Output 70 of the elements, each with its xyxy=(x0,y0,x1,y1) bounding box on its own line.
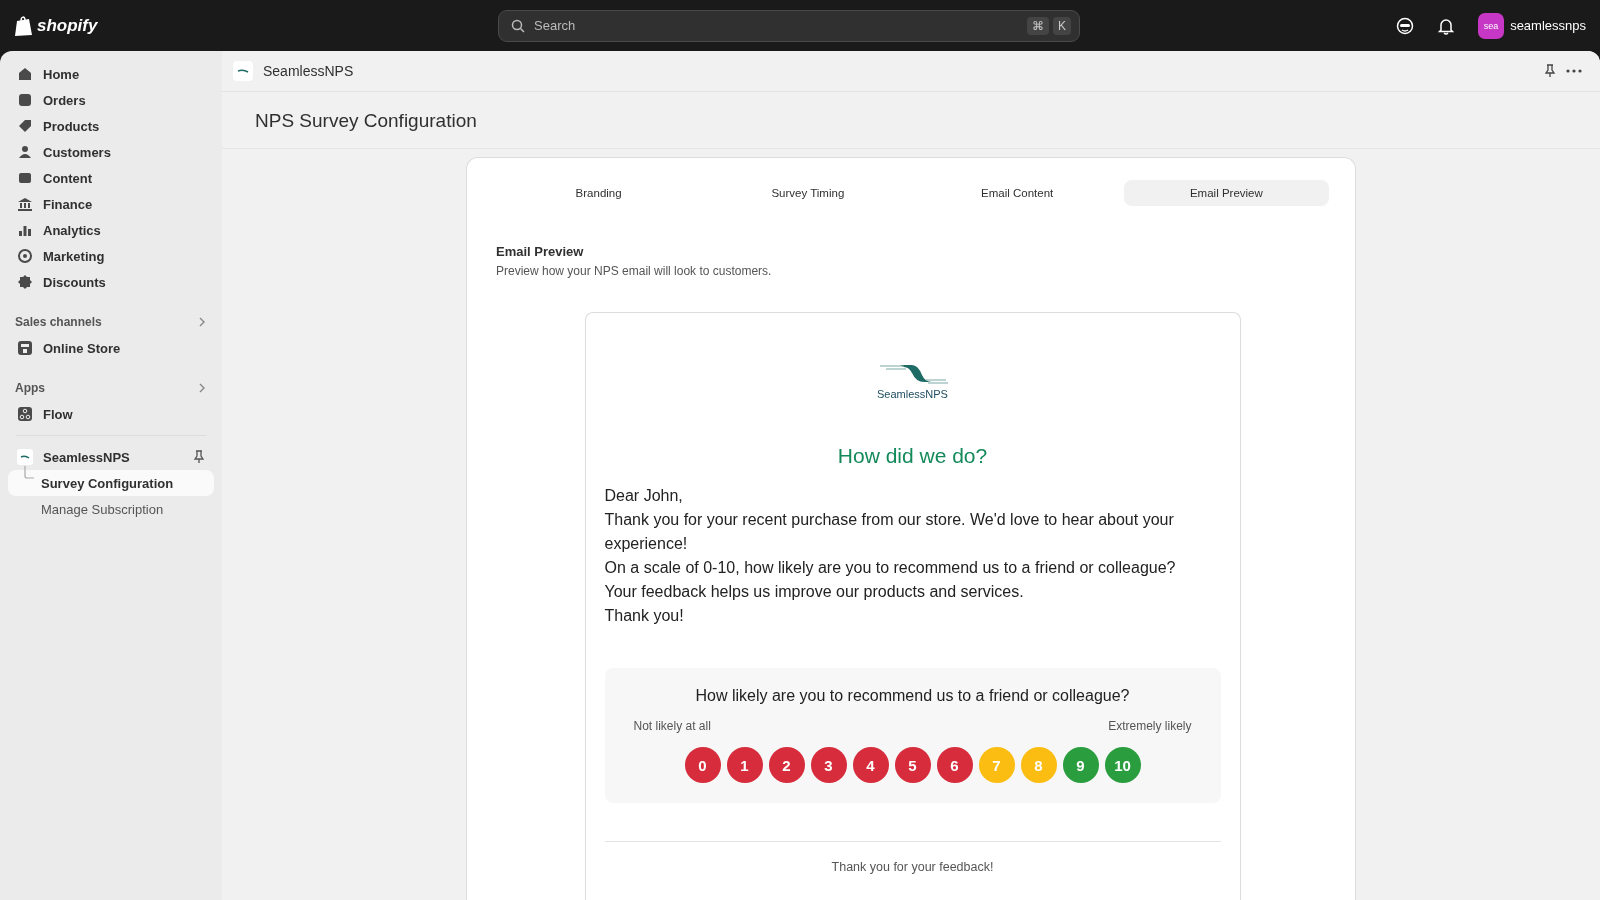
search-icon xyxy=(511,18,525,33)
score-button[interactable]: 3 xyxy=(810,747,847,783)
nav-item[interactable]: Content xyxy=(8,165,214,191)
nav-item[interactable]: Products xyxy=(8,113,214,139)
score-button[interactable]: 4 xyxy=(852,747,889,783)
email-heading: How did we do? xyxy=(836,444,989,468)
bank-icon xyxy=(17,196,33,212)
nav-item[interactable]: Marketing xyxy=(8,243,214,269)
scale-low-label: Not likely at all xyxy=(633,719,711,733)
email-paragraph: Thank you! xyxy=(604,606,685,626)
nav-sub-item[interactable]: Manage Subscription xyxy=(8,496,214,522)
home-icon xyxy=(17,66,33,82)
score-button[interactable]: 9 xyxy=(1062,747,1099,783)
tab[interactable]: Survey Timing xyxy=(705,180,911,206)
pin-icon[interactable] xyxy=(193,450,205,464)
page-title: NPS Survey Configuration xyxy=(222,92,1600,149)
tab[interactable]: Branding xyxy=(496,180,702,206)
section-heading[interactable]: Apps xyxy=(15,381,45,395)
flow-icon xyxy=(17,406,33,422)
email-paragraph: Dear John, xyxy=(604,486,684,506)
search-field[interactable]: Search ⌘ K xyxy=(498,9,1080,42)
chevron-right-icon[interactable] xyxy=(198,317,206,327)
nav-item[interactable]: Home xyxy=(8,61,214,87)
scale-high-label: Extremely likely xyxy=(1108,719,1192,733)
score-button[interactable]: 6 xyxy=(936,747,973,783)
email-footer: Thank you for your feedback! xyxy=(604,860,1221,874)
shortcut-key: ⌘ xyxy=(1027,16,1049,35)
more-icon[interactable] xyxy=(1566,69,1582,73)
score-button[interactable]: 0 xyxy=(684,747,721,783)
target-icon xyxy=(17,248,33,264)
app-title: SeamlessNPS xyxy=(263,63,354,79)
bell-icon[interactable] xyxy=(1438,16,1455,35)
section-heading[interactable]: Sales channels xyxy=(15,315,102,329)
search-input[interactable]: Search xyxy=(532,17,1020,34)
tag-icon xyxy=(17,118,33,134)
store-avatar[interactable]: sea xyxy=(1478,12,1505,39)
shortcut-key: K xyxy=(1053,16,1071,35)
nav-sub-item[interactable]: Survey Configuration xyxy=(8,470,214,496)
email-paragraph: On a scale of 0-10, how likely are you to recommend us to a friend or colleague? xyxy=(604,558,1177,578)
nav-item[interactable]: Analytics xyxy=(8,217,214,243)
person-icon xyxy=(17,144,33,160)
shopping-bag-icon xyxy=(14,14,34,37)
nav-item[interactable]: Orders xyxy=(8,87,214,113)
app-logo-icon xyxy=(233,61,253,81)
storefront-icon xyxy=(17,340,33,356)
email-paragraph: Your feedback helps us improve our products and services. xyxy=(604,582,1025,602)
nav-item[interactable]: Online Store xyxy=(8,335,214,361)
nav-item[interactable]: Discounts xyxy=(8,269,214,295)
score-button[interactable]: 5 xyxy=(894,747,931,783)
email-paragraph: Thank you for your recent purchase from our store. We'd love to hear about your experience! xyxy=(604,510,1175,554)
store-name[interactable]: seamlessnps xyxy=(1510,18,1586,33)
section-description: Preview how your NPS email will look to customers. xyxy=(496,264,773,278)
app-logo-icon xyxy=(17,449,33,465)
nav-item[interactable]: Finance xyxy=(8,191,214,217)
score-button[interactable]: 2 xyxy=(768,747,805,783)
discount-icon xyxy=(17,274,33,290)
tab[interactable]: Email Preview xyxy=(1123,180,1329,206)
section-title: Email Preview xyxy=(496,244,585,259)
tab[interactable]: Email Content xyxy=(914,180,1120,206)
pin-icon[interactable] xyxy=(1544,64,1556,78)
score-button[interactable]: 1 xyxy=(726,747,763,783)
app-name[interactable]: SeamlessNPS xyxy=(43,449,130,465)
score-button[interactable]: 10 xyxy=(1104,747,1141,783)
survey-question: How likely are you to recommend us to a friend or colleague? xyxy=(694,687,1131,705)
chevron-right-icon[interactable] xyxy=(198,383,206,393)
brand-logo[interactable]: shopify xyxy=(37,15,98,36)
logo-wordmark: SeamlessNPS xyxy=(877,388,948,400)
nav-item[interactable]: Flow xyxy=(8,401,214,427)
tree-connector-icon xyxy=(22,466,36,482)
nav-item[interactable]: Customers xyxy=(8,139,214,165)
